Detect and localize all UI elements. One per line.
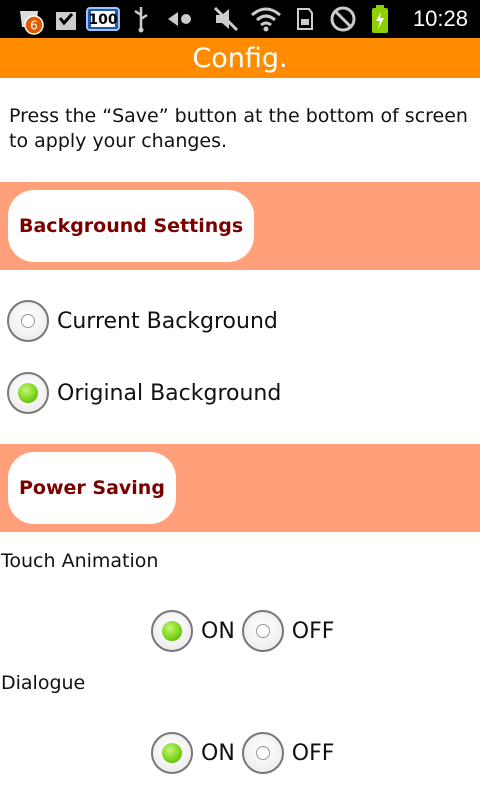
mute-icon [212, 0, 240, 38]
dialogue-off-radio[interactable] [241, 732, 284, 774]
original-background-radio[interactable] [7, 372, 49, 414]
notification-icon: 6 [14, 0, 50, 38]
original-background-option[interactable]: Original Background [7, 372, 281, 414]
wifi-icon [250, 0, 282, 38]
current-background-option[interactable]: Current Background [7, 300, 278, 342]
touch-animation-toggle: ON OFF [151, 610, 341, 652]
power-saving-header: Power Saving [0, 444, 480, 532]
touch-animation-off-radio[interactable] [241, 610, 284, 652]
touch-animation-label: Touch Animation [1, 550, 159, 572]
original-background-label: Original Background [57, 380, 282, 406]
status-bar: 6 100 10:28 [0, 0, 480, 38]
sdcard-icon [294, 0, 316, 38]
dialogue-label: Dialogue [1, 672, 86, 694]
touch-animation-on-label: ON [201, 618, 235, 644]
battery-level: 100 [88, 12, 117, 28]
power-saving-title: Power Saving [8, 452, 176, 524]
battery-100-icon: 100 [86, 0, 122, 38]
status-time: 10:28 [412, 6, 468, 31]
dialogue-on-label: ON [201, 740, 235, 766]
notification-count: 6 [30, 19, 38, 33]
download-icon [52, 0, 80, 38]
dialogue-off-label: OFF [291, 740, 335, 766]
background-settings-title: Background Settings [8, 190, 255, 262]
dialogue-on-radio[interactable] [151, 732, 193, 774]
dialogue-toggle: ON OFF [151, 732, 341, 774]
page-title: Config. [0, 38, 480, 78]
touch-animation-off-label: OFF [291, 618, 335, 644]
touch-animation-on-radio[interactable] [151, 610, 193, 652]
current-background-label: Current Background [57, 308, 278, 334]
current-background-radio[interactable] [7, 300, 49, 342]
tethering-icon [166, 0, 194, 38]
instructions-text: Press the “Save” button at the bottom of… [9, 105, 468, 152]
usb-icon [130, 0, 152, 38]
charging-battery-icon [368, 0, 392, 38]
blocked-icon [328, 0, 358, 38]
background-settings-header: Background Settings [0, 182, 480, 270]
